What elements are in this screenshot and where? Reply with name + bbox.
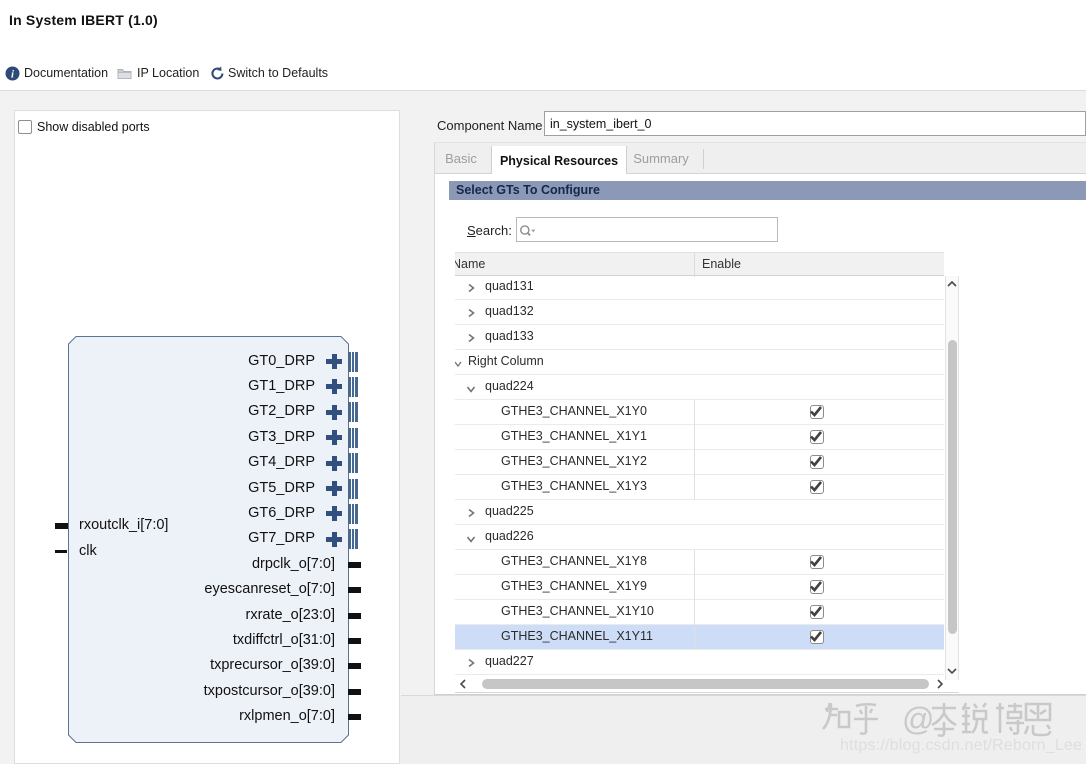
svg-text:@: @: [902, 701, 934, 737]
